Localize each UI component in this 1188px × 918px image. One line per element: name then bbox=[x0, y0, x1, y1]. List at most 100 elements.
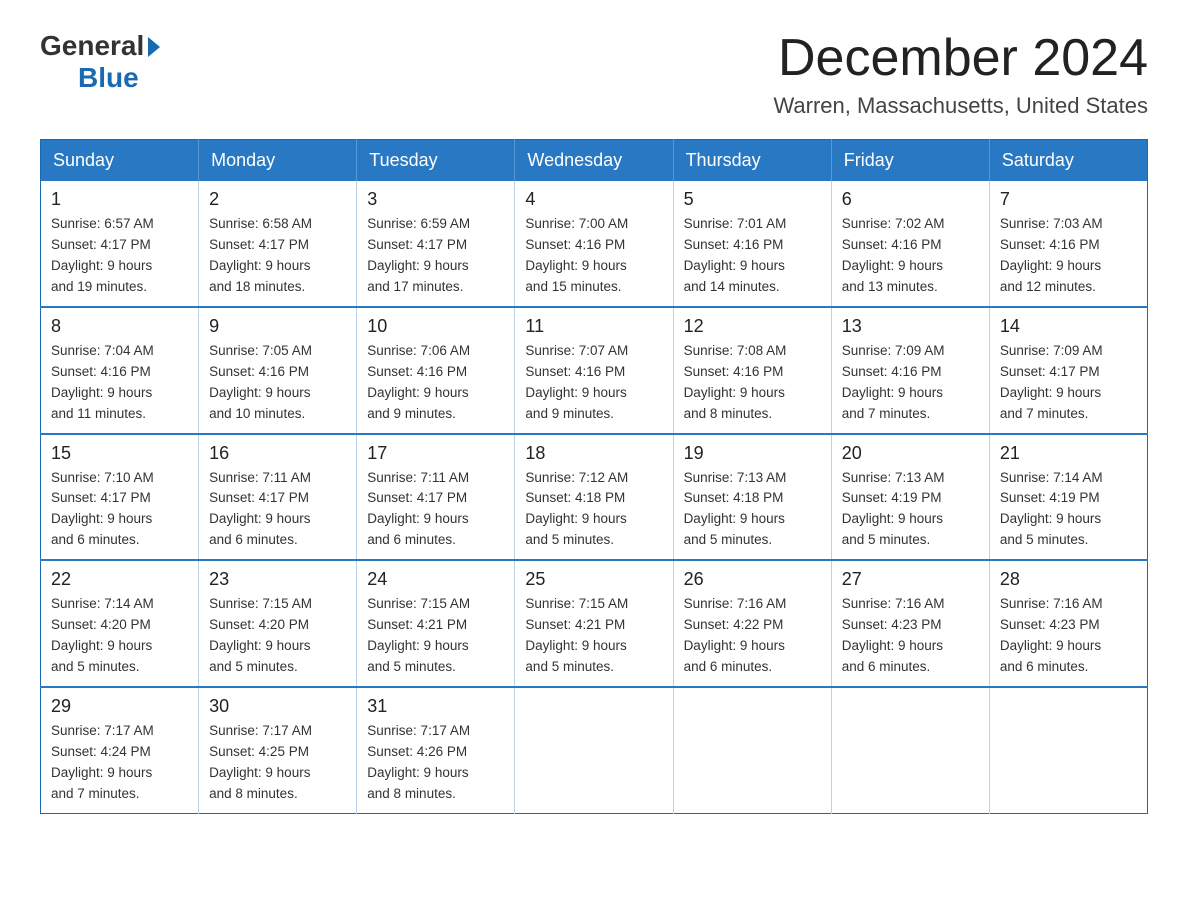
day-info: Sunrise: 7:09 AMSunset: 4:17 PMDaylight:… bbox=[1000, 341, 1137, 425]
day-number: 11 bbox=[525, 316, 662, 337]
day-info: Sunrise: 6:59 AMSunset: 4:17 PMDaylight:… bbox=[367, 214, 504, 298]
week-row-2: 8Sunrise: 7:04 AMSunset: 4:16 PMDaylight… bbox=[41, 307, 1148, 434]
day-number: 14 bbox=[1000, 316, 1137, 337]
calendar-cell: 12 Sunrise: 7:08 AMSunset: 4:16 PMDayligh… bbox=[673, 307, 831, 434]
day-number: 2 bbox=[209, 189, 346, 210]
day-number: 1 bbox=[51, 189, 188, 210]
day-info: Sunrise: 7:17 AMSunset: 4:24 PMDaylight:… bbox=[51, 721, 188, 805]
calendar-cell: 13 Sunrise: 7:09 AMSunset: 4:16 PMDayligh… bbox=[831, 307, 989, 434]
calendar-cell bbox=[989, 687, 1147, 813]
calendar-cell: 11 Sunrise: 7:07 AMSunset: 4:16 PMDayligh… bbox=[515, 307, 673, 434]
day-info: Sunrise: 7:06 AMSunset: 4:16 PMDaylight:… bbox=[367, 341, 504, 425]
calendar-cell: 30 Sunrise: 7:17 AMSunset: 4:25 PMDayligh… bbox=[199, 687, 357, 813]
calendar-cell: 8Sunrise: 7:04 AMSunset: 4:16 PMDaylight… bbox=[41, 307, 199, 434]
day-number: 12 bbox=[684, 316, 821, 337]
day-number: 4 bbox=[525, 189, 662, 210]
day-info: Sunrise: 6:58 AMSunset: 4:17 PMDaylight:… bbox=[209, 214, 346, 298]
day-info: Sunrise: 7:13 AMSunset: 4:18 PMDaylight:… bbox=[684, 468, 821, 552]
header-day-tuesday: Tuesday bbox=[357, 140, 515, 182]
header-day-friday: Friday bbox=[831, 140, 989, 182]
day-number: 17 bbox=[367, 443, 504, 464]
calendar-cell: 7Sunrise: 7:03 AMSunset: 4:16 PMDaylight… bbox=[989, 181, 1147, 307]
day-number: 5 bbox=[684, 189, 821, 210]
day-info: Sunrise: 6:57 AMSunset: 4:17 PMDaylight:… bbox=[51, 214, 188, 298]
calendar-cell: 18Sunrise: 7:12 AMSunset: 4:18 PMDayligh… bbox=[515, 434, 673, 561]
day-info: Sunrise: 7:13 AMSunset: 4:19 PMDaylight:… bbox=[842, 468, 979, 552]
calendar-cell: 26 Sunrise: 7:16 AMSunset: 4:22 PMDayligh… bbox=[673, 560, 831, 687]
logo-general-text: General bbox=[40, 30, 144, 62]
calendar-cell: 4 Sunrise: 7:00 AMSunset: 4:16 PMDaylight… bbox=[515, 181, 673, 307]
calendar-cell bbox=[515, 687, 673, 813]
day-number: 18 bbox=[525, 443, 662, 464]
calendar-cell: 19 Sunrise: 7:13 AMSunset: 4:18 PMDayligh… bbox=[673, 434, 831, 561]
week-row-1: 1 Sunrise: 6:57 AMSunset: 4:17 PMDaylight… bbox=[41, 181, 1148, 307]
calendar-cell: 9 Sunrise: 7:05 AMSunset: 4:16 PMDaylight… bbox=[199, 307, 357, 434]
day-number: 25 bbox=[525, 569, 662, 590]
day-info: Sunrise: 7:14 AMSunset: 4:19 PMDaylight:… bbox=[1000, 468, 1137, 552]
calendar-cell: 24Sunrise: 7:15 AMSunset: 4:21 PMDayligh… bbox=[357, 560, 515, 687]
calendar-cell: 1 Sunrise: 6:57 AMSunset: 4:17 PMDaylight… bbox=[41, 181, 199, 307]
day-info: Sunrise: 7:15 AMSunset: 4:20 PMDaylight:… bbox=[209, 594, 346, 678]
title-area: December 2024 Warren, Massachusetts, Uni… bbox=[773, 30, 1148, 119]
day-info: Sunrise: 7:05 AMSunset: 4:16 PMDaylight:… bbox=[209, 341, 346, 425]
calendar-cell: 5Sunrise: 7:01 AMSunset: 4:16 PMDaylight… bbox=[673, 181, 831, 307]
day-number: 29 bbox=[51, 696, 188, 717]
day-number: 24 bbox=[367, 569, 504, 590]
calendar-table: SundayMondayTuesdayWednesdayThursdayFrid… bbox=[40, 139, 1148, 813]
day-info: Sunrise: 7:17 AMSunset: 4:25 PMDaylight:… bbox=[209, 721, 346, 805]
day-number: 22 bbox=[51, 569, 188, 590]
calendar-cell: 29 Sunrise: 7:17 AMSunset: 4:24 PMDayligh… bbox=[41, 687, 199, 813]
day-info: Sunrise: 7:16 AMSunset: 4:23 PMDaylight:… bbox=[1000, 594, 1137, 678]
day-info: Sunrise: 7:07 AMSunset: 4:16 PMDaylight:… bbox=[525, 341, 662, 425]
day-info: Sunrise: 7:14 AMSunset: 4:20 PMDaylight:… bbox=[51, 594, 188, 678]
day-info: Sunrise: 7:16 AMSunset: 4:22 PMDaylight:… bbox=[684, 594, 821, 678]
calendar-cell bbox=[831, 687, 989, 813]
day-number: 16 bbox=[209, 443, 346, 464]
calendar-cell: 10 Sunrise: 7:06 AMSunset: 4:16 PMDayligh… bbox=[357, 307, 515, 434]
week-row-4: 22 Sunrise: 7:14 AMSunset: 4:20 PMDayligh… bbox=[41, 560, 1148, 687]
logo-blue-text: Blue bbox=[78, 62, 139, 94]
calendar-cell: 6Sunrise: 7:02 AMSunset: 4:16 PMDaylight… bbox=[831, 181, 989, 307]
calendar-cell: 15 Sunrise: 7:10 AMSunset: 4:17 PMDayligh… bbox=[41, 434, 199, 561]
calendar-cell: 16 Sunrise: 7:11 AMSunset: 4:17 PMDayligh… bbox=[199, 434, 357, 561]
month-title: December 2024 bbox=[773, 30, 1148, 87]
day-number: 19 bbox=[684, 443, 821, 464]
day-number: 10 bbox=[367, 316, 504, 337]
day-number: 30 bbox=[209, 696, 346, 717]
calendar-cell: 17 Sunrise: 7:11 AMSunset: 4:17 PMDayligh… bbox=[357, 434, 515, 561]
header-day-saturday: Saturday bbox=[989, 140, 1147, 182]
calendar-cell bbox=[673, 687, 831, 813]
header-row: SundayMondayTuesdayWednesdayThursdayFrid… bbox=[41, 140, 1148, 182]
header-day-wednesday: Wednesday bbox=[515, 140, 673, 182]
day-info: Sunrise: 7:00 AMSunset: 4:16 PMDaylight:… bbox=[525, 214, 662, 298]
day-number: 13 bbox=[842, 316, 979, 337]
logo-arrow-icon bbox=[148, 37, 160, 57]
location-title: Warren, Massachusetts, United States bbox=[773, 93, 1148, 119]
calendar-cell: 21 Sunrise: 7:14 AMSunset: 4:19 PMDayligh… bbox=[989, 434, 1147, 561]
header-day-sunday: Sunday bbox=[41, 140, 199, 182]
day-info: Sunrise: 7:16 AMSunset: 4:23 PMDaylight:… bbox=[842, 594, 979, 678]
day-info: Sunrise: 7:11 AMSunset: 4:17 PMDaylight:… bbox=[367, 468, 504, 552]
day-info: Sunrise: 7:03 AMSunset: 4:16 PMDaylight:… bbox=[1000, 214, 1137, 298]
day-number: 8 bbox=[51, 316, 188, 337]
day-info: Sunrise: 7:11 AMSunset: 4:17 PMDaylight:… bbox=[209, 468, 346, 552]
calendar-cell: 2 Sunrise: 6:58 AMSunset: 4:17 PMDaylight… bbox=[199, 181, 357, 307]
calendar-cell: 25 Sunrise: 7:15 AMSunset: 4:21 PMDayligh… bbox=[515, 560, 673, 687]
day-number: 9 bbox=[209, 316, 346, 337]
calendar-cell: 20Sunrise: 7:13 AMSunset: 4:19 PMDayligh… bbox=[831, 434, 989, 561]
calendar-cell: 31Sunrise: 7:17 AMSunset: 4:26 PMDayligh… bbox=[357, 687, 515, 813]
day-info: Sunrise: 7:09 AMSunset: 4:16 PMDaylight:… bbox=[842, 341, 979, 425]
day-info: Sunrise: 7:08 AMSunset: 4:16 PMDaylight:… bbox=[684, 341, 821, 425]
day-info: Sunrise: 7:02 AMSunset: 4:16 PMDaylight:… bbox=[842, 214, 979, 298]
calendar-cell: 3Sunrise: 6:59 AMSunset: 4:17 PMDaylight… bbox=[357, 181, 515, 307]
week-row-3: 15 Sunrise: 7:10 AMSunset: 4:17 PMDayligh… bbox=[41, 434, 1148, 561]
day-info: Sunrise: 7:15 AMSunset: 4:21 PMDaylight:… bbox=[525, 594, 662, 678]
week-row-5: 29 Sunrise: 7:17 AMSunset: 4:24 PMDayligh… bbox=[41, 687, 1148, 813]
day-info: Sunrise: 7:17 AMSunset: 4:26 PMDaylight:… bbox=[367, 721, 504, 805]
day-number: 15 bbox=[51, 443, 188, 464]
header-day-monday: Monday bbox=[199, 140, 357, 182]
day-number: 26 bbox=[684, 569, 821, 590]
day-info: Sunrise: 7:10 AMSunset: 4:17 PMDaylight:… bbox=[51, 468, 188, 552]
day-number: 21 bbox=[1000, 443, 1137, 464]
calendar-cell: 22 Sunrise: 7:14 AMSunset: 4:20 PMDayligh… bbox=[41, 560, 199, 687]
